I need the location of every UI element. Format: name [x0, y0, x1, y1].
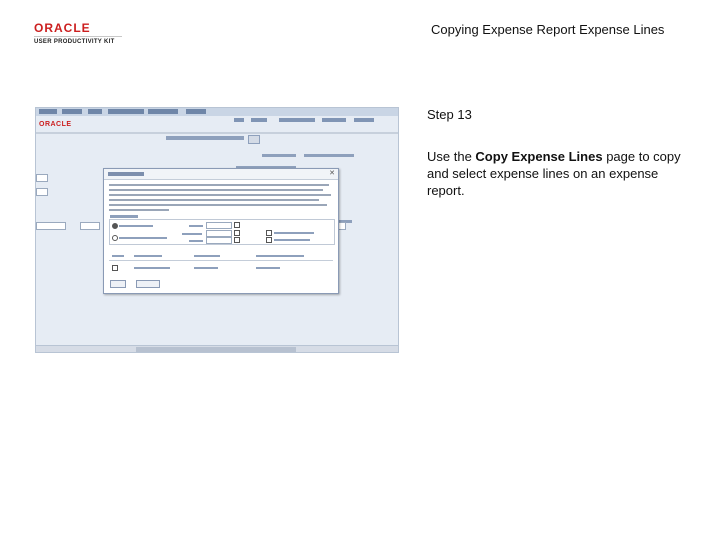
screenshot-settings-icon: [248, 135, 260, 144]
document-title: Copying Expense Report Expense Lines: [431, 22, 665, 37]
grid-cell-amount: [256, 267, 280, 269]
logo-divider: [34, 36, 122, 37]
to-date-field[interactable]: [206, 237, 232, 244]
to-date-field[interactable]: [206, 222, 232, 229]
screenshot-top-nav: [36, 108, 398, 116]
screenshot-add-to-favorites: [166, 136, 244, 140]
from-date-label: [182, 233, 202, 235]
oracle-upk-logo: ORACLE USER PRODUCTIVITY KIT: [34, 22, 124, 46]
from-date-field[interactable]: [206, 230, 232, 237]
scrollbar-thumb[interactable]: [136, 347, 296, 352]
step-description: Use the Copy Expense Lines page to copy …: [427, 148, 682, 199]
copy-one-date-label: [119, 225, 153, 227]
screenshot-oracle-logo: ORACLE: [39, 121, 72, 128]
step-number: Step 13: [427, 107, 472, 122]
grid-cell-expense-date: [194, 267, 218, 269]
screenshot-horizontal-scrollbar[interactable]: [36, 345, 398, 352]
copy-option-label: [110, 215, 138, 218]
grid-col-expense-date: [194, 255, 220, 257]
logo-brand: ORACLE: [34, 21, 91, 35]
calendar-icon[interactable]: [234, 222, 240, 228]
logo-subtitle: USER PRODUCTIVITY KIT: [34, 39, 115, 45]
to-date-label: [189, 240, 203, 242]
dialog-titlebar: ✕: [104, 169, 338, 180]
include-weekends-label: [274, 232, 314, 234]
copy-range-label: [119, 237, 167, 239]
include-holidays-label: [274, 239, 310, 241]
include-weekends-checkbox[interactable]: [266, 230, 272, 236]
row-select-checkbox[interactable]: [112, 265, 118, 271]
copy-range-radio[interactable]: [112, 235, 118, 241]
calendar-icon[interactable]: [234, 237, 240, 243]
copy-expense-lines-dialog: ✕: [103, 168, 339, 294]
grid-cell-expense-type: [134, 267, 170, 269]
cancel-button[interactable]: [136, 280, 160, 288]
screenshot-menu-bar: [36, 132, 398, 134]
include-holidays-checkbox[interactable]: [266, 237, 272, 243]
step-text-before: Use the: [427, 149, 476, 164]
grid-col-amount: [256, 255, 304, 257]
ok-button[interactable]: [110, 280, 126, 288]
calendar-icon[interactable]: [234, 230, 240, 236]
dialog-title: [108, 172, 144, 176]
grid-col-expense-type: [134, 255, 162, 257]
grid-col-select: [112, 255, 124, 257]
to-date-label: [189, 225, 203, 227]
step-page-name: Copy Expense Lines: [475, 149, 603, 164]
application-screenshot: ORACLE ✕: [35, 107, 399, 353]
copy-one-date-radio[interactable]: [112, 223, 118, 229]
close-icon[interactable]: ✕: [329, 170, 335, 178]
